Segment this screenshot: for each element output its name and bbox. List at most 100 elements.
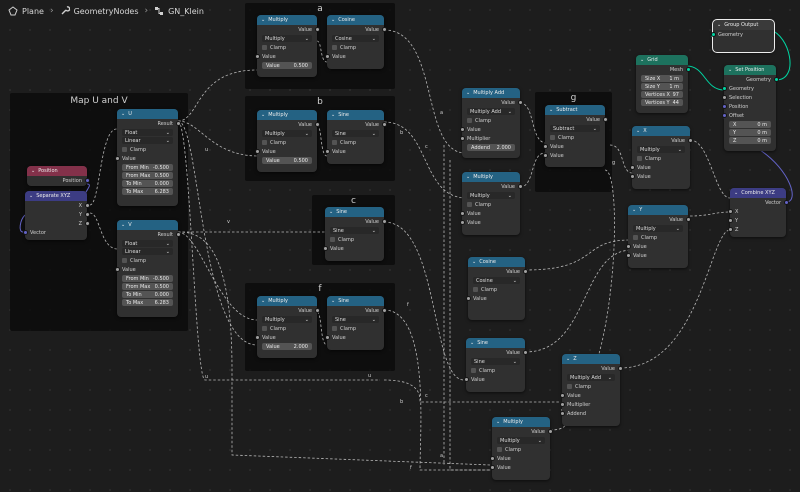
node-header[interactable]: ⌄ Sine — [466, 338, 525, 348]
operation-dropdown[interactable]: Subtract ⌄ — [550, 125, 600, 132]
breadcrumb-nodegroup[interactable]: GN_Klein — [154, 6, 204, 16]
interpolation-dropdown[interactable]: Linear ⌄ — [122, 137, 173, 144]
to-max-field[interactable]: To Max 6.283 — [122, 299, 173, 306]
value-field[interactable]: Value 0.500 — [262, 157, 312, 164]
checkbox-box[interactable] — [467, 118, 472, 123]
checkbox-box[interactable] — [633, 235, 638, 240]
float-socket[interactable] — [463, 377, 469, 382]
float-socket[interactable] — [629, 174, 635, 179]
chevron-down-icon[interactable]: ⌄ — [632, 207, 636, 213]
offset-z-field[interactable]: Z 0 m — [729, 137, 771, 144]
float-socket[interactable] — [559, 402, 565, 407]
multiply-node-a[interactable]: ⌄ Multiply Value Multiply ⌄ Clamp Value Va… — [254, 15, 320, 77]
cosine-node-mid[interactable]: ⌄ Cosine Value Cosine ⌄ Clamp Value — [465, 257, 528, 320]
from-max-field[interactable]: From Max 0.500 — [122, 283, 173, 290]
node-header[interactable]: ⌄ Set Position — [724, 65, 776, 75]
clamp-checkbox[interactable]: Clamp — [257, 43, 317, 52]
to-min-field[interactable]: To Min 0.000 — [122, 180, 173, 187]
combine-xyz-node[interactable]: ⌄ Combine XYZ Vector X Y Z — [727, 188, 789, 237]
chevron-down-icon[interactable]: ⌄ — [261, 112, 265, 118]
vertices-x-field[interactable]: Vertices X 97 — [641, 91, 683, 98]
chevron-down-icon[interactable]: ⌄ — [636, 128, 640, 134]
node-header[interactable]: ⌄ Z — [562, 354, 620, 364]
operation-dropdown[interactable]: Multiply ⌄ — [633, 225, 683, 232]
addend-field[interactable]: Addend 2.000 — [467, 144, 515, 151]
float-socket[interactable] — [625, 244, 631, 249]
float-socket[interactable] — [314, 122, 320, 127]
float-socket[interactable] — [687, 138, 693, 143]
clamp-checkbox[interactable]: Clamp — [462, 200, 520, 209]
node-header[interactable]: ⌄ Multiply Add — [462, 88, 520, 98]
clamp-checkbox[interactable]: Clamp — [462, 116, 520, 125]
float-socket[interactable] — [727, 209, 733, 214]
chevron-down-icon[interactable]: ⌄ — [470, 340, 474, 346]
node-header[interactable]: ⌄ Combine XYZ — [730, 188, 786, 198]
vector-socket[interactable] — [783, 200, 789, 205]
node-header[interactable]: ⌄ Grid — [636, 55, 688, 65]
float-socket[interactable] — [459, 220, 465, 225]
checkbox-box[interactable] — [262, 140, 267, 145]
node-header[interactable]: ⌄ Group Output — [713, 20, 774, 30]
float-socket[interactable] — [489, 465, 495, 470]
offset-y-field[interactable]: Y 0 m — [729, 129, 771, 136]
float-socket[interactable] — [324, 149, 330, 154]
checkbox-box[interactable] — [262, 326, 267, 331]
value-field[interactable]: Value 0.500 — [262, 62, 312, 69]
float-socket[interactable] — [254, 149, 260, 154]
float-socket[interactable] — [459, 127, 465, 132]
y-multiply-node[interactable]: ⌄ Y Value Multiply ⌄ Clamp Value Value — [625, 205, 691, 268]
node-header[interactable]: ⌄ Multiply — [257, 15, 317, 25]
interpolation-dropdown[interactable]: Linear ⌄ — [122, 248, 173, 255]
float-socket[interactable] — [559, 411, 565, 416]
to-max-field[interactable]: To Max 6.283 — [122, 188, 173, 195]
clamp-checkbox[interactable]: Clamp — [492, 445, 550, 454]
from-min-field[interactable]: From Min -0.500 — [122, 164, 173, 171]
operation-dropdown[interactable]: Multiply ⌄ — [262, 35, 312, 42]
checkbox-box[interactable] — [467, 202, 472, 207]
chevron-down-icon[interactable]: ⌄ — [29, 193, 33, 199]
float-socket[interactable] — [254, 54, 260, 59]
set-position-node[interactable]: ⌄ Set Position Geometry Geometry Selectio… — [721, 65, 779, 151]
node-header[interactable]: ⌄ Multiply — [462, 172, 520, 182]
operation-dropdown[interactable]: Sine ⌄ — [332, 316, 379, 323]
map-range-u-node[interactable]: ⌄ U Result Float ⌄ Linear ⌄ Clamp Value Fro… — [114, 109, 181, 206]
operation-dropdown[interactable]: Cosine ⌄ — [473, 277, 520, 284]
checkbox-box[interactable] — [332, 45, 337, 50]
float-socket[interactable] — [84, 221, 90, 226]
float-socket[interactable] — [381, 219, 387, 224]
float-socket[interactable] — [522, 350, 528, 355]
node-header[interactable]: ⌄ Cosine — [327, 15, 384, 25]
float-socket[interactable] — [114, 267, 120, 272]
checkbox-box[interactable] — [122, 258, 127, 263]
float-socket[interactable] — [465, 296, 471, 301]
z-multiply-add-node[interactable]: ⌄ Z Value Multiply Add ⌄ Clamp Value Multi… — [559, 354, 623, 426]
clamp-checkbox[interactable]: Clamp — [632, 154, 690, 163]
clamp-checkbox[interactable]: Clamp — [327, 138, 384, 147]
chevron-down-icon[interactable]: ⌄ — [566, 356, 570, 362]
chevron-down-icon[interactable]: ⌄ — [640, 57, 644, 63]
float-socket[interactable] — [617, 366, 623, 371]
position-node[interactable]: ⌄ Position Position — [27, 166, 90, 186]
float-socket[interactable] — [114, 156, 120, 161]
vector-socket[interactable] — [84, 178, 90, 183]
multiply-node-f[interactable]: ⌄ Multiply Value Multiply ⌄ Clamp Value Va… — [254, 296, 320, 358]
checkbox-box[interactable] — [122, 147, 127, 152]
clamp-checkbox[interactable]: Clamp — [327, 324, 384, 333]
operation-dropdown[interactable]: Multiply ⌄ — [497, 437, 545, 444]
operation-dropdown[interactable]: Sine ⌄ — [330, 227, 379, 234]
checkbox-box[interactable] — [471, 368, 476, 373]
float-socket[interactable] — [517, 184, 523, 189]
chevron-down-icon[interactable]: ⌄ — [734, 190, 738, 196]
node-header[interactable]: ⌄ Position — [27, 166, 87, 176]
float-socket[interactable] — [324, 54, 330, 59]
chevron-down-icon[interactable]: ⌄ — [331, 298, 335, 304]
node-header[interactable]: ⌄ Sine — [327, 110, 384, 120]
sine-node-c[interactable]: ⌄ Sine Value Sine ⌄ Clamp Value — [322, 207, 387, 261]
float-socket[interactable] — [175, 121, 181, 126]
node-header[interactable]: ⌄ Y — [628, 205, 688, 215]
checkbox-box[interactable] — [497, 447, 502, 452]
geometry-socket[interactable] — [710, 32, 716, 37]
chevron-down-icon[interactable]: ⌄ — [121, 222, 125, 228]
float-socket[interactable] — [727, 218, 733, 223]
clamp-checkbox[interactable]: Clamp — [257, 324, 317, 333]
